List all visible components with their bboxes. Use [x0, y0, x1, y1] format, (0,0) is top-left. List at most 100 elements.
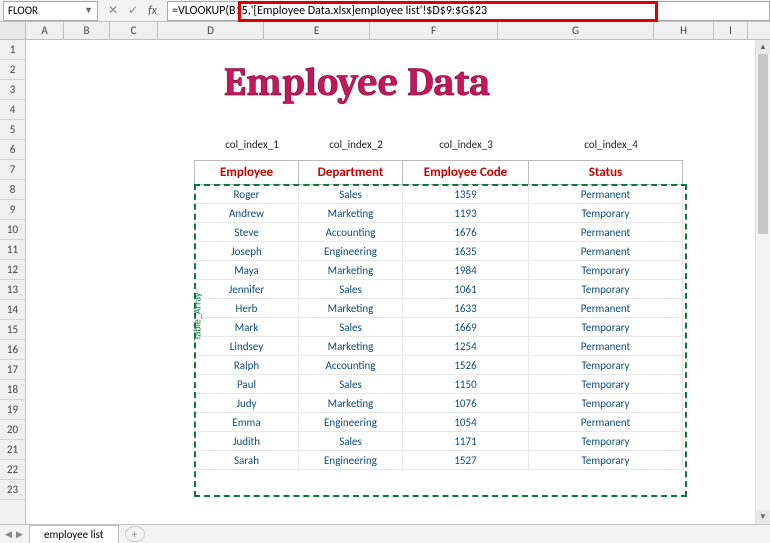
table-cell[interactable]: Accounting — [299, 223, 403, 242]
table-cell[interactable]: 1054 — [403, 413, 529, 432]
table-cell[interactable]: 1359 — [403, 185, 529, 204]
row-header-11[interactable]: 11 — [0, 240, 25, 260]
row-header-10[interactable]: 10 — [0, 220, 25, 240]
table-cell[interactable]: Engineering — [299, 413, 403, 432]
table-cell[interactable]: 1150 — [403, 375, 529, 394]
table-cell[interactable]: 1171 — [403, 432, 529, 451]
row-header-4[interactable]: 4 — [0, 100, 25, 120]
table-cell[interactable]: Judith — [195, 432, 299, 451]
table-cell[interactable]: Mark — [195, 318, 299, 337]
table-cell[interactable]: Maya — [195, 261, 299, 280]
col-header-I[interactable]: I — [714, 22, 748, 39]
new-sheet-button[interactable]: + — [125, 526, 145, 542]
table-cell[interactable]: Roger — [195, 185, 299, 204]
table-cell[interactable]: Marketing — [299, 337, 403, 356]
row-header-20[interactable]: 20 — [0, 420, 25, 440]
col-header-A[interactable]: A — [26, 22, 64, 39]
table-cell[interactable]: Sales — [299, 432, 403, 451]
table-cell[interactable]: 1193 — [403, 204, 529, 223]
table-cell[interactable]: Paul — [195, 375, 299, 394]
col-header-G[interactable]: G — [498, 22, 654, 39]
col-header-E[interactable]: E — [264, 22, 370, 39]
table-cell[interactable]: Marketing — [299, 394, 403, 413]
row-header-3[interactable]: 3 — [0, 80, 25, 100]
scroll-thumb[interactable] — [758, 54, 768, 234]
grid[interactable]: Employee Data col_index_1 col_index_2 co… — [26, 40, 770, 524]
table-cell[interactable]: Herb — [195, 299, 299, 318]
row-header-21[interactable]: 21 — [0, 440, 25, 460]
table-cell[interactable]: Permanent — [529, 185, 683, 204]
table-cell[interactable]: Joseph — [195, 242, 299, 261]
tab-nav-next-icon[interactable]: ▶ — [16, 529, 23, 540]
row-header-19[interactable]: 19 — [0, 400, 25, 420]
table-cell[interactable]: 1061 — [403, 280, 529, 299]
col-header-D[interactable]: D — [158, 22, 264, 39]
row-header-13[interactable]: 13 — [0, 280, 25, 300]
table-cell[interactable]: Marketing — [299, 204, 403, 223]
table-cell[interactable]: Temporary — [529, 318, 683, 337]
sheet-tab-active[interactable]: employee list — [29, 525, 119, 543]
row-header-22[interactable]: 22 — [0, 460, 25, 480]
row-header-16[interactable]: 16 — [0, 340, 25, 360]
table-cell[interactable]: Temporary — [529, 375, 683, 394]
table-cell[interactable]: Temporary — [529, 356, 683, 375]
fx-icon[interactable]: fx — [148, 4, 157, 18]
row-header-9[interactable]: 9 — [0, 200, 25, 220]
scroll-up-icon[interactable]: ▲ — [756, 40, 770, 54]
col-header-C[interactable]: C — [110, 22, 158, 39]
table-cell[interactable]: Andrew — [195, 204, 299, 223]
table-cell[interactable]: Engineering — [299, 242, 403, 261]
table-cell[interactable]: Permanent — [529, 299, 683, 318]
table-cell[interactable]: Marketing — [299, 299, 403, 318]
table-cell[interactable]: Lindsey — [195, 337, 299, 356]
table-cell[interactable]: Ralph — [195, 356, 299, 375]
table-cell[interactable]: Temporary — [529, 451, 683, 470]
cancel-icon[interactable]: ✕ — [108, 3, 118, 18]
table-cell[interactable]: Temporary — [529, 204, 683, 223]
table-cell[interactable]: 1984 — [403, 261, 529, 280]
enter-icon[interactable]: ✓ — [128, 3, 138, 18]
name-box-dropdown-icon[interactable]: ▼ — [84, 5, 93, 16]
table-cell[interactable]: Temporary — [529, 280, 683, 299]
table-cell[interactable]: Permanent — [529, 223, 683, 242]
table-cell[interactable]: Steve — [195, 223, 299, 242]
table-cell[interactable]: Sales — [299, 318, 403, 337]
row-header-7[interactable]: 7 — [0, 160, 25, 180]
row-header-17[interactable]: 17 — [0, 360, 25, 380]
row-header-1[interactable]: 1 — [0, 40, 25, 60]
tab-nav[interactable]: ◀ ▶ — [0, 529, 28, 540]
table-cell[interactable]: Jennifer — [195, 280, 299, 299]
col-header-H[interactable]: H — [654, 22, 714, 39]
row-header-15[interactable]: 15 — [0, 320, 25, 340]
row-header-18[interactable]: 18 — [0, 380, 25, 400]
vertical-scrollbar[interactable]: ▲ ▼ — [755, 40, 770, 524]
table-cell[interactable]: 1633 — [403, 299, 529, 318]
row-header-5[interactable]: 5 — [0, 120, 25, 140]
row-header-8[interactable]: 8 — [0, 180, 25, 200]
table-cell[interactable]: Sales — [299, 375, 403, 394]
table-cell[interactable]: Sales — [299, 185, 403, 204]
tab-nav-prev-icon[interactable]: ◀ — [5, 529, 12, 540]
select-all-corner[interactable] — [0, 22, 26, 39]
table-cell[interactable]: 1076 — [403, 394, 529, 413]
row-header-14[interactable]: 14 — [0, 300, 25, 320]
col-header-B[interactable]: B — [64, 22, 110, 39]
table-cell[interactable]: Marketing — [299, 261, 403, 280]
table-cell[interactable]: 1526 — [403, 356, 529, 375]
row-header-6[interactable]: 6 — [0, 140, 25, 160]
table-cell[interactable]: Emma — [195, 413, 299, 432]
table-cell[interactable]: Sarah — [195, 451, 299, 470]
table-cell[interactable]: Permanent — [529, 242, 683, 261]
table-cell[interactable]: 1669 — [403, 318, 529, 337]
table-cell[interactable]: Temporary — [529, 394, 683, 413]
table-cell[interactable]: 1635 — [403, 242, 529, 261]
table-cell[interactable]: Accounting — [299, 356, 403, 375]
table-cell[interactable]: Judy — [195, 394, 299, 413]
row-header-12[interactable]: 12 — [0, 260, 25, 280]
table-cell[interactable]: 1676 — [403, 223, 529, 242]
table-cell[interactable]: 1527 — [403, 451, 529, 470]
row-header-2[interactable]: 2 — [0, 60, 25, 80]
table-cell[interactable]: Engineering — [299, 451, 403, 470]
table-cell[interactable]: 1254 — [403, 337, 529, 356]
table-cell[interactable]: Permanent — [529, 413, 683, 432]
